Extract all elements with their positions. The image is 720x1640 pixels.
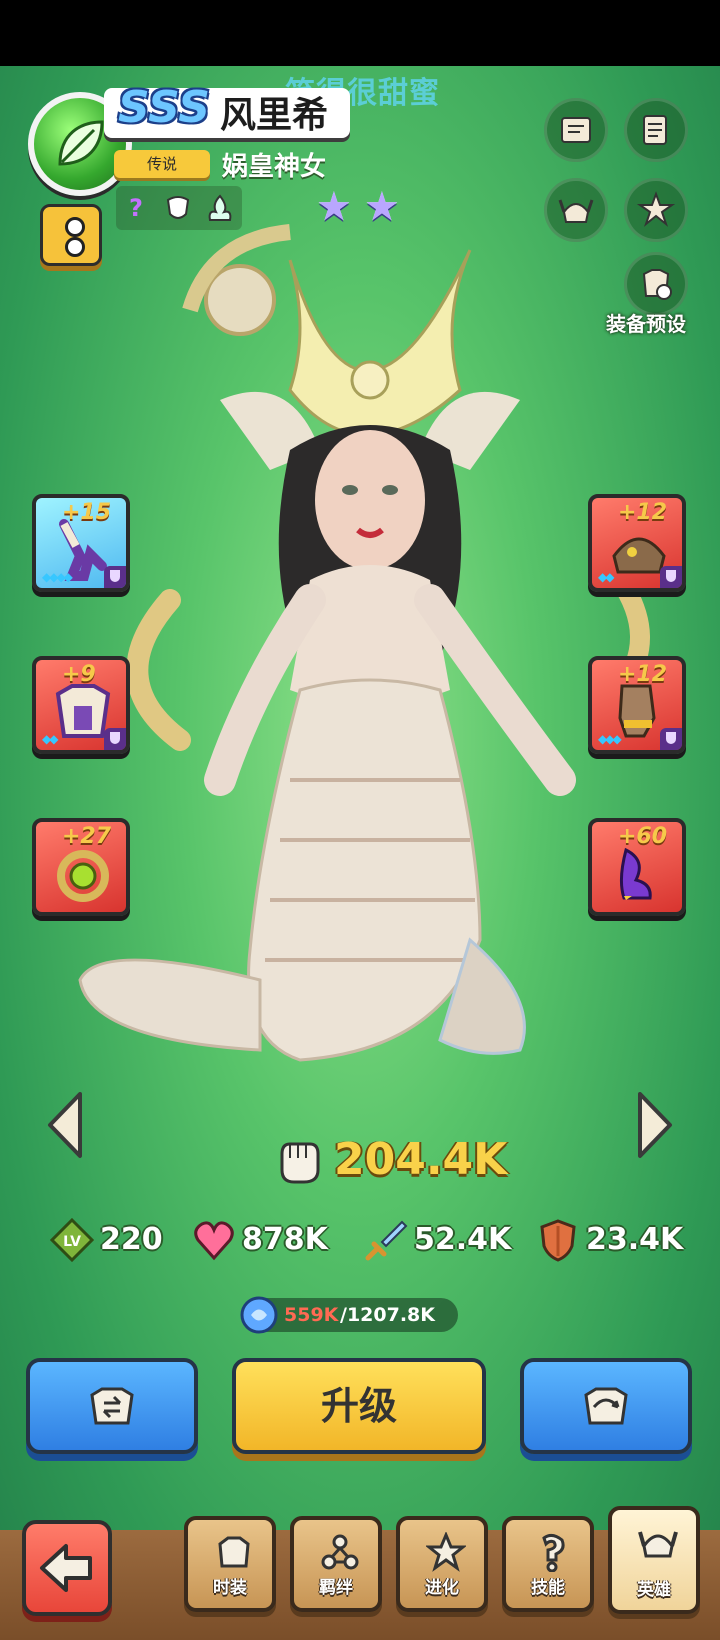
rarity-badge: 传说 xyxy=(114,150,210,178)
tab-bond[interactable]: 羁绊 xyxy=(290,1516,382,1612)
evolve-icon xyxy=(426,1532,466,1572)
stat-attack-value: 52.4K xyxy=(414,1222,512,1257)
level-badge-icon: LV xyxy=(50,1218,94,1262)
document-icon xyxy=(643,115,667,145)
hero-name: 风里希 xyxy=(220,95,329,136)
tab-hero[interactable]: 英雄 xyxy=(608,1506,700,1614)
ring-icon xyxy=(57,850,109,902)
auto-equip-button[interactable] xyxy=(520,1358,692,1454)
equipment-slot-artifact[interactable]: +60 xyxy=(588,818,686,916)
bond-icon xyxy=(321,1534,359,1570)
exp-max: /1207.8K xyxy=(340,1304,435,1326)
tab-label: 英雄 xyxy=(637,1580,671,1600)
equipment-slot-armor[interactable]: +9 ◆◆ xyxy=(32,656,130,754)
previous-hero-arrow-icon[interactable] xyxy=(44,1090,88,1160)
hero-screen: 笑得很甜蜜 SSS 风里希 传说 娲皇神女 ? ★ ★ 装备预设 +15 ◆◆◆… xyxy=(0,0,720,1640)
slot-gems: ◆◆◆ xyxy=(598,732,622,746)
heart-icon xyxy=(194,1221,234,1261)
exp-scroll-icon xyxy=(240,1296,278,1334)
stat-defense-value: 23.4K xyxy=(586,1222,684,1257)
shield-icon xyxy=(660,728,682,750)
shield-defense-icon xyxy=(540,1219,576,1262)
hero-rank: SSS xyxy=(118,82,210,133)
next-hero-arrow-icon[interactable] xyxy=(632,1090,676,1160)
shield-icon xyxy=(104,566,126,588)
tab-label: 羁绊 xyxy=(319,1578,353,1598)
tab-skill[interactable]: 技能 xyxy=(502,1516,594,1612)
scroll-button[interactable] xyxy=(544,98,608,162)
slot-gems: ◆◆ xyxy=(42,732,59,746)
stat-level-value: 220 xyxy=(100,1222,163,1257)
unequip-all-button[interactable] xyxy=(26,1358,198,1454)
scroll-icon xyxy=(561,117,591,143)
tab-label: 时装 xyxy=(213,1578,247,1598)
back-button[interactable] xyxy=(22,1520,112,1616)
tab-label: 进化 xyxy=(425,1578,459,1598)
slot-enhance-level: +15 xyxy=(62,500,112,525)
slot-enhance-level: +12 xyxy=(618,662,668,687)
stat-hp-value: 878K xyxy=(242,1222,328,1257)
shield-icon xyxy=(104,728,126,750)
outfit-icon xyxy=(218,1536,250,1568)
tab-label: 技能 xyxy=(531,1578,565,1598)
back-arrow-icon xyxy=(40,1544,92,1592)
tab-evolve[interactable]: 进化 xyxy=(396,1516,488,1612)
armor-equip-icon xyxy=(584,1387,628,1425)
magic-artifact-icon xyxy=(619,847,652,900)
hero-icon xyxy=(638,1531,678,1558)
equipment-slot-gloves[interactable]: +12 ◆◆◆ xyxy=(588,656,686,754)
svg-text:LV: LV xyxy=(63,1234,81,1250)
fist-power-icon xyxy=(280,1142,320,1184)
upgrade-button[interactable]: 升级 xyxy=(232,1358,486,1454)
shield-icon xyxy=(660,566,682,588)
slot-enhance-level: +12 xyxy=(618,500,668,525)
status-bar xyxy=(0,0,720,66)
equipment-slot-ring[interactable]: +27 xyxy=(32,818,130,916)
slot-gems: ◆◆◆◆ xyxy=(42,570,73,584)
sword-icon xyxy=(365,1220,408,1261)
exp-current: 559K xyxy=(284,1304,339,1326)
equipment-slot-legs[interactable]: +15 ◆◆◆◆ xyxy=(32,494,130,592)
tab-outfit[interactable]: 时装 xyxy=(184,1516,276,1612)
slot-enhance-level: +60 xyxy=(618,824,668,849)
slot-gems: ◆◆ xyxy=(598,570,615,584)
combat-power-value: 204.4K xyxy=(334,1134,508,1185)
armor-swap-icon xyxy=(90,1387,134,1425)
upgrade-button-label: 升级 xyxy=(320,1384,397,1428)
hero-title: 娲皇神女 xyxy=(222,152,327,182)
document-button[interactable] xyxy=(624,98,688,162)
skill-icon xyxy=(542,1533,565,1572)
hero-character-art xyxy=(78,224,650,1062)
equipment-slot-helmet[interactable]: +12 ◆◆ xyxy=(588,494,686,592)
slot-enhance-level: +27 xyxy=(62,824,112,849)
slot-enhance-level: +9 xyxy=(62,662,96,687)
